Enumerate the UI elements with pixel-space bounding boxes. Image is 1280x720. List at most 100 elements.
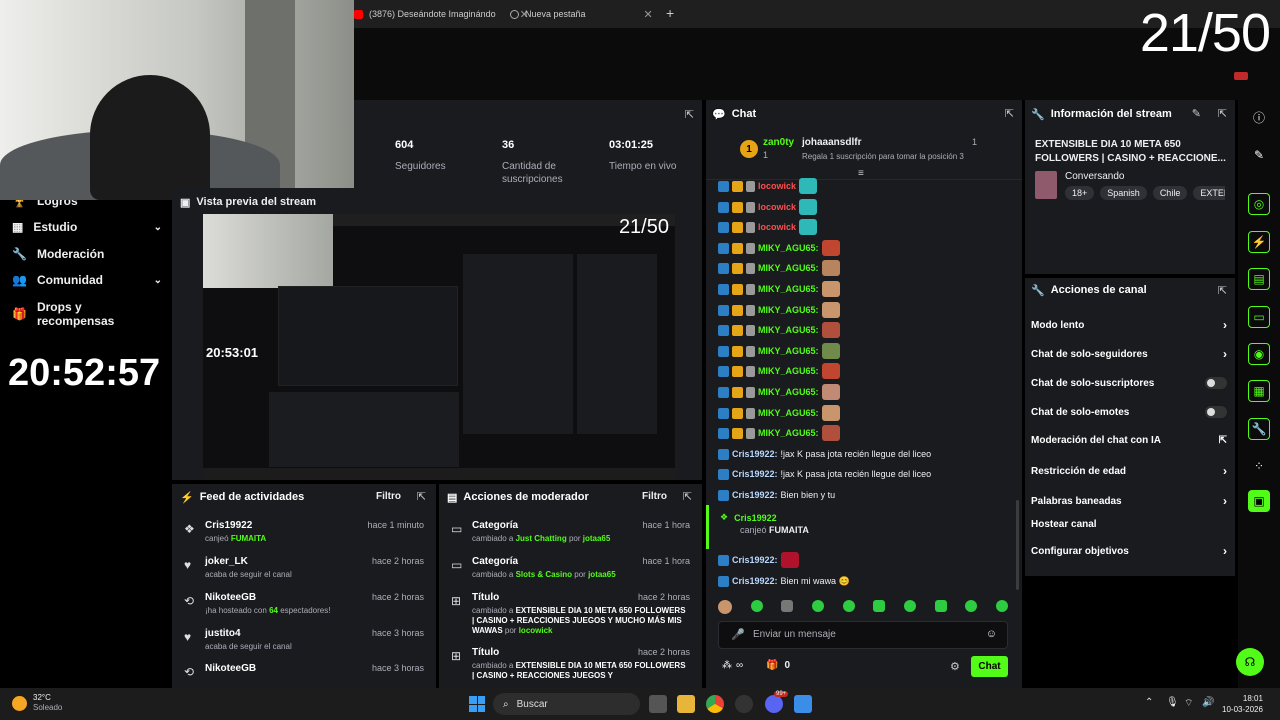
popout-icon[interactable]: ⇱ bbox=[1218, 107, 1227, 120]
chat-username[interactable]: locowick bbox=[758, 202, 796, 212]
channel-action-3[interactable]: Chat de solo-emotes bbox=[1031, 406, 1227, 418]
document-icon[interactable]: ▤ bbox=[1248, 268, 1270, 290]
layout-icon[interactable]: ▦ bbox=[1248, 380, 1270, 402]
weather-widget[interactable]: 32°C Soleado bbox=[33, 693, 62, 713]
chat-username[interactable]: MIKY_AGU65: bbox=[758, 305, 819, 315]
chat-username[interactable]: Cris19922: bbox=[732, 576, 778, 586]
chat-username[interactable]: Cris19922: bbox=[732, 449, 778, 459]
support-icon[interactable]: ☊ bbox=[1236, 648, 1264, 676]
add-widget-icon[interactable]: ▣ bbox=[1248, 490, 1270, 512]
sidebar-item-drops[interactable]: 🎁 Drops y recompensas bbox=[12, 300, 162, 328]
activity-filter-button[interactable]: Filtro bbox=[376, 491, 401, 502]
browser-tab-new[interactable]: Nueva pestaña ✕ bbox=[510, 4, 653, 24]
weather-icon[interactable] bbox=[12, 696, 27, 711]
chat-username[interactable]: locowick bbox=[758, 181, 796, 191]
emote-icon[interactable] bbox=[965, 600, 978, 612]
microphone-icon[interactable]: 🎙 bbox=[1166, 697, 1179, 708]
chat-username[interactable]: MIKY_AGU65: bbox=[758, 284, 819, 294]
emote-icon[interactable] bbox=[781, 600, 794, 612]
broadcast-icon[interactable]: ◉ bbox=[1248, 343, 1270, 365]
feed-user[interactable]: NikoteeGB bbox=[205, 592, 256, 603]
new-tab-button[interactable]: + bbox=[666, 5, 674, 21]
channel-action-8[interactable]: Configurar objetivos › bbox=[1031, 544, 1227, 558]
chat-username[interactable]: MIKY_AGU65: bbox=[758, 387, 819, 397]
stream-preview-video[interactable]: 21/50 20:53:01 bbox=[203, 214, 675, 480]
chat-settings-icon[interactable]: ⚙ bbox=[950, 660, 960, 673]
extension-icon[interactable] bbox=[1234, 72, 1248, 80]
send-chat-button[interactable]: Chat bbox=[971, 656, 1008, 677]
windows-start-icon[interactable] bbox=[469, 696, 485, 712]
channel-action-6[interactable]: Palabras baneadas › bbox=[1031, 494, 1227, 508]
collapse-icon[interactable]: ≡ bbox=[858, 168, 864, 179]
app-icon[interactable] bbox=[794, 695, 812, 713]
emote-icon[interactable] bbox=[842, 600, 855, 612]
emote-icon[interactable] bbox=[873, 600, 886, 612]
taskbar-search[interactable]: ⌕ Buscar bbox=[493, 693, 640, 715]
tools-icon[interactable]: 🔧 bbox=[1248, 418, 1270, 440]
chat-username[interactable]: MIKY_AGU65: bbox=[758, 408, 819, 418]
chat-username[interactable]: MIKY_AGU65: bbox=[758, 243, 819, 253]
toggle-switch[interactable] bbox=[1205, 406, 1227, 418]
emote-icon[interactable] bbox=[718, 600, 732, 614]
chat-username[interactable]: Cris19922: bbox=[732, 490, 778, 500]
pencil-icon[interactable]: ✎ bbox=[1248, 144, 1270, 166]
tag[interactable]: 18+ bbox=[1065, 186, 1095, 200]
toggle-switch[interactable] bbox=[1205, 377, 1227, 389]
feed-user[interactable]: Cris19922 bbox=[205, 520, 252, 531]
target-icon[interactable]: ◎ bbox=[1248, 193, 1270, 215]
feed-user[interactable]: justito4 bbox=[205, 628, 241, 639]
chat-username[interactable]: MIKY_AGU65: bbox=[758, 346, 819, 356]
chrome-icon[interactable] bbox=[706, 695, 724, 713]
chat-scrollbar[interactable] bbox=[1016, 500, 1019, 590]
volume-icon[interactable]: 🔊 bbox=[1202, 697, 1214, 708]
tag[interactable]: EXTENS bbox=[1193, 186, 1225, 200]
tag[interactable]: Spanish bbox=[1100, 186, 1147, 200]
mod-filter-button[interactable]: Filtro bbox=[642, 491, 667, 502]
edit-icon[interactable]: ✎ bbox=[1192, 107, 1201, 120]
microphone-icon[interactable]: 🎤 bbox=[731, 628, 745, 641]
browser-tab-youtube[interactable]: (3876) Deseándote Imaginándo ✕ bbox=[354, 4, 529, 24]
channel-action-4[interactable]: Moderación del chat con IA ⇱ bbox=[1031, 435, 1227, 446]
popout-icon[interactable]: ⇱ bbox=[685, 108, 694, 121]
obs-icon[interactable] bbox=[735, 695, 753, 713]
close-tab-icon[interactable]: ✕ bbox=[644, 8, 653, 21]
emote-icon[interactable] bbox=[995, 600, 1008, 612]
chat-username[interactable]: Cris19922 bbox=[734, 513, 777, 523]
task-view-icon[interactable] bbox=[649, 695, 667, 713]
emote-icon[interactable] bbox=[903, 600, 916, 612]
chat-username[interactable]: MIKY_AGU65: bbox=[758, 366, 819, 376]
channel-action-5[interactable]: Restricción de edad › bbox=[1031, 464, 1227, 478]
popout-icon[interactable]: ⇱ bbox=[417, 490, 426, 503]
discord-icon[interactable] bbox=[765, 695, 783, 713]
points-display[interactable]: ⁂ ∞ bbox=[722, 660, 743, 671]
chat-username[interactable]: MIKY_AGU65: bbox=[758, 428, 819, 438]
chat-username[interactable]: MIKY_AGU65: bbox=[758, 325, 819, 335]
popout-icon[interactable]: ⇱ bbox=[683, 490, 692, 503]
wifi-icon[interactable]: ⌔ bbox=[1184, 697, 1193, 710]
system-clock[interactable]: 18:01 10-03-2026 bbox=[1222, 693, 1263, 715]
dots-icon[interactable]: ⁘ bbox=[1248, 455, 1270, 477]
emote-icon[interactable] bbox=[811, 600, 824, 612]
chevron-up-icon[interactable]: ⌃ bbox=[1145, 697, 1153, 708]
sidebar-item-estudio[interactable]: ▦ Estudio ⌄ bbox=[12, 220, 162, 234]
file-explorer-icon[interactable] bbox=[677, 695, 695, 713]
chat-input-box[interactable]: 🎤 Enviar un mensaje ☺ bbox=[718, 621, 1008, 649]
emote-icon[interactable] bbox=[934, 600, 947, 612]
chat-username[interactable]: Cris19922: bbox=[732, 555, 778, 565]
chat-username[interactable]: Cris19922: bbox=[732, 469, 778, 479]
sidebar-item-moderacion[interactable]: 🔧 Moderación bbox=[12, 247, 162, 261]
tag[interactable]: Chile bbox=[1152, 186, 1188, 200]
info-icon[interactable]: ⓘ bbox=[1248, 106, 1270, 128]
chat-username[interactable]: locowick bbox=[758, 222, 796, 232]
emote-icon[interactable] bbox=[750, 600, 763, 612]
gifts-display[interactable]: 🎁 0 bbox=[766, 660, 790, 671]
feed-user[interactable]: joker_LK bbox=[205, 556, 248, 567]
leaderboard-user[interactable]: johaaansdlfr bbox=[802, 137, 861, 148]
channel-action-2[interactable]: Chat de solo-suscriptores bbox=[1031, 377, 1227, 389]
feed-user[interactable]: NikoteeGB bbox=[205, 663, 256, 674]
popout-icon[interactable]: ⇱ bbox=[1218, 284, 1227, 297]
channel-action-1[interactable]: Chat de solo-seguidores › bbox=[1031, 347, 1227, 361]
bolt-icon[interactable]: ⚡ bbox=[1248, 231, 1270, 253]
leaderboard-user[interactable]: zan0ty bbox=[763, 137, 794, 148]
channel-action-7[interactable]: Hostear canal bbox=[1031, 519, 1227, 530]
